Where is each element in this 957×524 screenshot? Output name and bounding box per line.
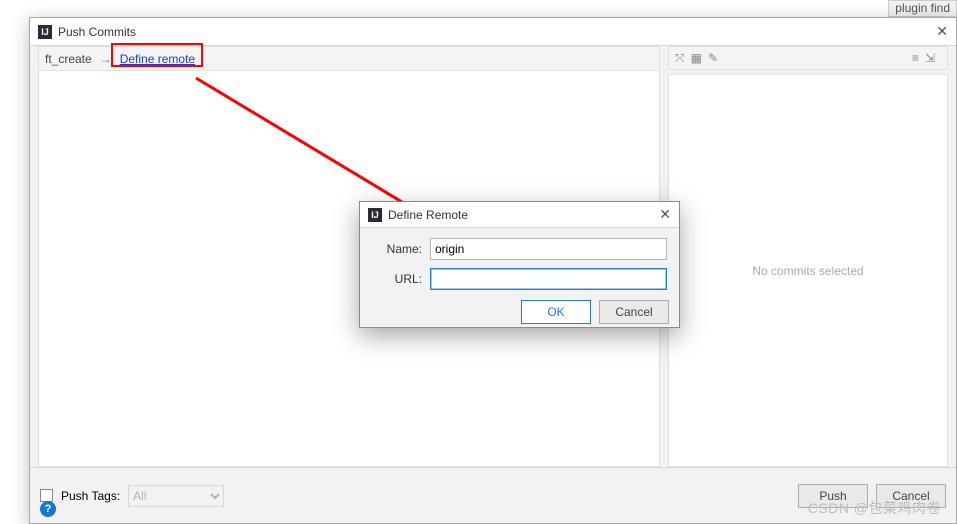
- app-icon: IJ: [368, 208, 382, 222]
- right-pane: ⤧ ▦ ✎ ≡ ⇲ No commits selected: [668, 46, 948, 467]
- name-field[interactable]: [430, 238, 667, 260]
- expand-icon[interactable]: ⇲: [925, 51, 935, 65]
- inner-title: Define Remote: [388, 208, 468, 222]
- branch-bar: ft_create → Define remote: [39, 47, 659, 71]
- edit-icon[interactable]: ✎: [708, 51, 718, 65]
- url-label: URL:: [372, 272, 422, 286]
- url-field[interactable]: [430, 268, 667, 290]
- define-remote-link[interactable]: Define remote: [120, 52, 195, 66]
- background-tab[interactable]: plugin find: [888, 0, 957, 17]
- inner-titlebar: IJ Define Remote ✕: [360, 202, 679, 228]
- name-label: Name:: [372, 242, 422, 256]
- right-toolbar: ⤧ ▦ ✎ ≡ ⇲: [668, 46, 948, 70]
- branch-name: ft_create: [45, 52, 92, 66]
- ok-button[interactable]: OK: [521, 300, 591, 324]
- window-title: Push Commits: [58, 25, 136, 39]
- help-icon[interactable]: ?: [40, 501, 56, 517]
- define-remote-dialog: IJ Define Remote ✕ Name: URL: OK Cancel: [359, 201, 680, 328]
- push-tags-label: Push Tags:: [61, 489, 120, 503]
- titlebar: IJ Push Commits ✕: [30, 18, 956, 46]
- inner-close-icon[interactable]: ✕: [659, 206, 671, 223]
- app-icon: IJ: [38, 25, 52, 39]
- inner-cancel-button[interactable]: Cancel: [599, 300, 669, 324]
- watermark: CSDN @包菜鸡肉卷: [808, 498, 941, 518]
- collapse-icon[interactable]: ≡: [912, 51, 919, 65]
- close-icon[interactable]: ✕: [936, 23, 948, 40]
- arrow-icon: →: [100, 52, 112, 66]
- grid-icon[interactable]: ▦: [691, 51, 702, 65]
- commit-details-empty: No commits selected: [668, 74, 948, 467]
- pin-icon[interactable]: ⤧: [675, 51, 685, 66]
- push-tags-select[interactable]: All: [128, 485, 224, 507]
